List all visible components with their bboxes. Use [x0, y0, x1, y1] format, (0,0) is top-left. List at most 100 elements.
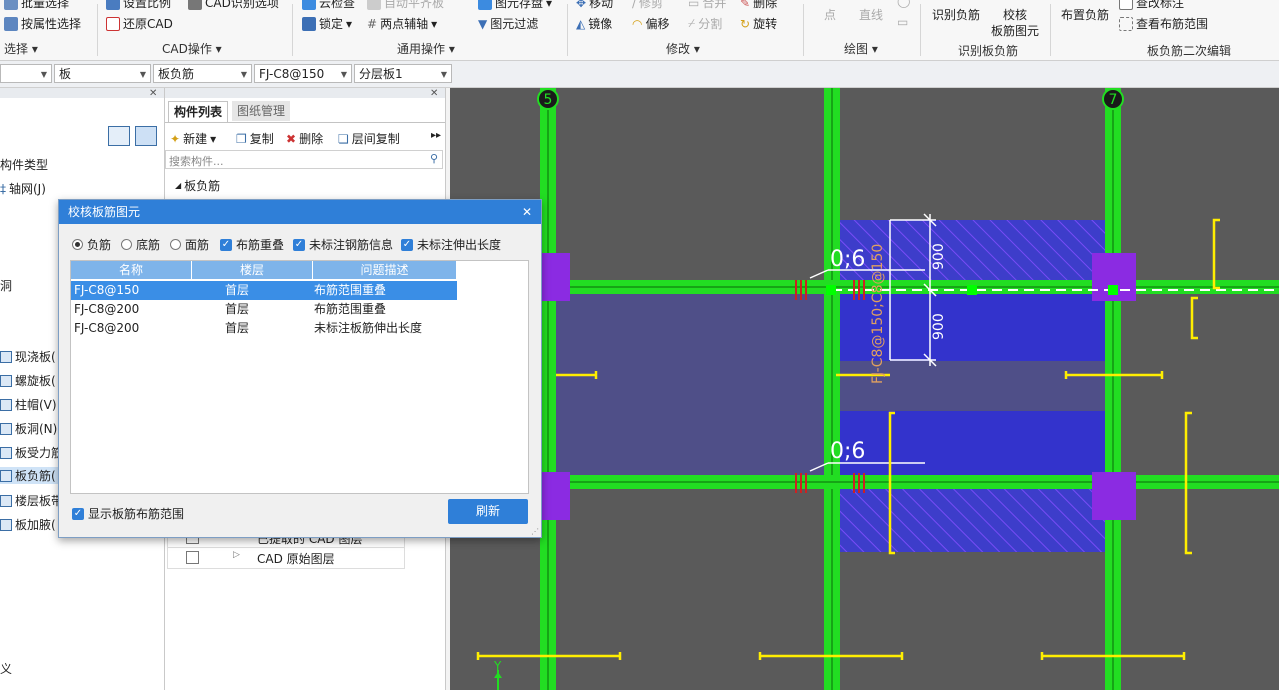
- line-button[interactable]: 直线: [859, 6, 883, 23]
- close-icon[interactable]: ✕: [149, 88, 157, 99]
- group-modify-label[interactable]: 修改 ▾: [666, 40, 700, 57]
- tab-element-list[interactable]: 构件列表: [168, 101, 229, 122]
- element-filter-button[interactable]: ▼ 图元过滤: [478, 15, 538, 32]
- view-rebar-range-button[interactable]: 查看布筋范围: [1119, 15, 1208, 32]
- column-header-desc[interactable]: 问题描述: [313, 261, 456, 279]
- column-header-floor[interactable]: 楼层: [192, 261, 312, 279]
- arc-tool-button[interactable]: ◯: [897, 0, 910, 8]
- verify-slab-rebar-dialog[interactable]: 校核板筋图元 ✕ 负筋 底筋 面筋 ✓ 布筋重叠 ✓ 未标注钢筋信息 ✓ 未标注伸出长…: [58, 199, 542, 538]
- search-icon[interactable]: ⚲: [430, 152, 438, 165]
- close-icon[interactable]: ✕: [522, 200, 532, 224]
- drawing-canvas[interactable]: 5 7 0;6 0;6 900 900 FJ-C8@150;C8@150 Y: [450, 88, 1279, 690]
- two-point-aux-button[interactable]: # 两点辅轴 ▾: [367, 15, 437, 32]
- lock-button[interactable]: 锁定 ▾: [302, 15, 352, 32]
- checkmark-icon: ✓: [220, 238, 232, 251]
- checkbox-no-extension[interactable]: ✓ 未标注伸出长度: [401, 236, 501, 253]
- radio-neg-rebar[interactable]: 负筋: [72, 236, 111, 253]
- layer-checkbox[interactable]: [186, 551, 199, 564]
- tree-item-floor-strip[interactable]: 楼层板带: [0, 492, 63, 509]
- verify-slab-rebar-line2[interactable]: 板筋图元: [991, 22, 1039, 39]
- tree-item-hole[interactable]: 洞: [0, 277, 12, 294]
- radio-bottom-rebar[interactable]: 底筋: [121, 236, 160, 253]
- grip-point[interactable]: [1108, 285, 1118, 295]
- batch-select-button[interactable]: 批量选择: [4, 0, 69, 11]
- floor-select[interactable]: ▼: [0, 64, 52, 83]
- eraser-icon: ✎: [740, 0, 751, 10]
- element-type-select[interactable]: 板负筋 ▼: [153, 64, 252, 83]
- copy-element-button[interactable]: ❐ 复制: [236, 130, 274, 147]
- grip-point[interactable]: [826, 285, 836, 295]
- resize-grip-icon[interactable]: ⋰: [531, 527, 539, 536]
- issues-table[interactable]: 名称 楼层 问题描述 FJ-C8@150 首层 布筋范围重叠 FJ-C8@200…: [70, 260, 529, 494]
- auto-level-slab-button[interactable]: 自动平齐板: [367, 0, 444, 11]
- floor-copy-button[interactable]: ❏ 层间复制: [338, 130, 400, 147]
- tree-item-column-cap[interactable]: 柱帽(V): [0, 396, 57, 413]
- spiral-slab-icon: [0, 374, 12, 387]
- tab-drawing-management[interactable]: 图纸管理: [232, 101, 291, 121]
- mirror-button[interactable]: ◭ 镜像: [576, 15, 612, 32]
- trim-button[interactable]: / 修剪: [632, 0, 663, 11]
- restore-cad-button[interactable]: 还原CAD: [106, 15, 173, 32]
- identify-neg-rebar-button[interactable]: 识别负筋: [932, 6, 980, 23]
- point-button[interactable]: 点: [824, 6, 836, 23]
- tree-item-spiral-slab[interactable]: 螺旋板(: [0, 372, 56, 389]
- group-draw-label[interactable]: 绘图 ▾: [844, 40, 878, 57]
- tree-item-axis-net[interactable]: ‡ 轴网(J): [0, 180, 46, 197]
- layer-row-original[interactable]: ▷ CAD 原始图层: [167, 547, 405, 569]
- split-button[interactable]: ⌿ 分割: [688, 15, 722, 32]
- column[interactable]: [1092, 472, 1136, 520]
- category-select[interactable]: 板 ▼: [54, 64, 151, 83]
- expand-icon[interactable]: ▷: [233, 550, 240, 560]
- stress-rebar-icon: [0, 446, 12, 459]
- cloud-check-button[interactable]: 云检查: [302, 0, 355, 11]
- tree-item-cast-slab[interactable]: 现浇板(: [0, 348, 56, 365]
- more-icon[interactable]: ▸▸: [431, 130, 441, 141]
- grip-point[interactable]: [967, 285, 977, 295]
- delete-button[interactable]: ✎ 删除: [740, 0, 777, 11]
- close-icon[interactable]: ✕: [430, 88, 438, 99]
- delete-element-button[interactable]: ✖ 删除: [286, 130, 323, 147]
- detail-view-icon[interactable]: [135, 126, 157, 146]
- column[interactable]: [540, 472, 570, 520]
- list-view-icon[interactable]: [108, 126, 130, 146]
- search-input[interactable]: 搜索构件... ⚲: [165, 150, 443, 169]
- rebar-range-bottom[interactable]: [832, 411, 1112, 479]
- element-storage-button[interactable]: 图元存盘 ▾: [478, 0, 552, 11]
- cad-identify-options-button[interactable]: CAD识别选项: [188, 0, 279, 11]
- column-header-name[interactable]: 名称: [71, 261, 191, 279]
- radio-top-rebar[interactable]: 面筋: [170, 236, 209, 253]
- table-row[interactable]: FJ-C8@200 首层 未标注板筋伸出长度: [71, 319, 457, 338]
- tree-item-slab-haunch[interactable]: 板加腋(: [0, 516, 56, 533]
- group-common-ops-label[interactable]: 通用操作 ▾: [397, 40, 455, 57]
- select-by-attr-button[interactable]: 按属性选择: [4, 15, 81, 32]
- group-select-label[interactable]: 选择 ▾: [4, 40, 38, 57]
- verify-slab-rebar-line1[interactable]: 校核: [1003, 6, 1027, 23]
- table-row[interactable]: FJ-C8@150 首层 布筋范围重叠: [71, 281, 457, 300]
- check-label-button[interactable]: 查改标注: [1119, 0, 1184, 11]
- dialog-title-bar[interactable]: 校核板筋图元 ✕: [59, 200, 541, 224]
- merge-button[interactable]: ▭ 合并: [688, 0, 726, 11]
- rebar-range-hatched-bottom[interactable]: [832, 480, 1112, 552]
- place-neg-rebar-button[interactable]: 布置负筋: [1061, 6, 1109, 23]
- offset-button[interactable]: ◠ 偏移: [632, 15, 670, 32]
- layer-slab-select[interactable]: 分层板1 ▼: [354, 64, 452, 83]
- cad-drawing[interactable]: 5 7 0;6 0;6 900 900 FJ-C8@150;C8@150 Y: [450, 88, 1279, 690]
- rotate-button[interactable]: ↻ 旋转: [740, 15, 777, 32]
- group-cad-ops-label[interactable]: CAD操作 ▾: [162, 40, 222, 57]
- scale-icon: [106, 0, 120, 10]
- tree-item-slab-hole[interactable]: 板洞(N): [0, 420, 57, 437]
- set-scale-button[interactable]: 设置比例: [106, 0, 171, 11]
- checkbox-no-rebar-info[interactable]: ✓ 未标注钢筋信息: [293, 236, 393, 253]
- checkbox-show-rebar-range[interactable]: ✓ 显示板筋布筋范围: [72, 505, 184, 522]
- tree-item-slab-stress-rebar[interactable]: 板受力筋: [0, 444, 63, 461]
- filter-icon: ▼: [478, 16, 488, 31]
- column[interactable]: [540, 253, 570, 301]
- move-button[interactable]: ✥ 移动: [576, 0, 613, 11]
- rect-tool-button[interactable]: ▭: [897, 15, 908, 29]
- element-name-select[interactable]: FJ-C8@150 ▼: [254, 64, 352, 83]
- new-element-button[interactable]: ✦ 新建 ▾: [170, 130, 216, 147]
- refresh-button[interactable]: 刷新: [448, 499, 528, 524]
- checkbox-rebar-overlap[interactable]: ✓ 布筋重叠: [220, 236, 284, 253]
- tree-root-neg-rebar[interactable]: ◢ 板负筋: [175, 177, 220, 194]
- table-row[interactable]: FJ-C8@200 首层 布筋范围重叠: [71, 300, 457, 319]
